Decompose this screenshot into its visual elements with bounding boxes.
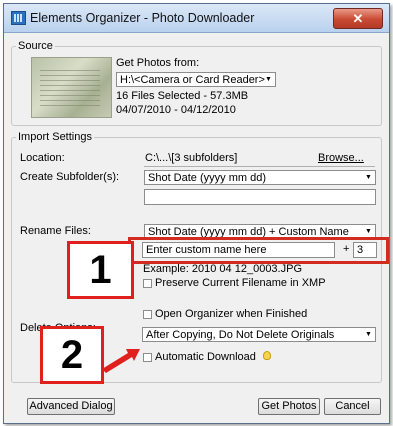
callout-2: 2 — [40, 326, 104, 384]
preserve-filename-label: Preserve Current Filename in XMP — [155, 277, 326, 289]
chevron-down-icon: ▼ — [265, 76, 272, 83]
automatic-download-checkbox[interactable] — [143, 353, 152, 362]
custom-name-input[interactable]: Enter custom name here — [142, 242, 335, 258]
subfolder-custom-input[interactable] — [144, 189, 376, 205]
app-icon — [11, 11, 26, 25]
location-value: C:\...\[3 subfolders] — [145, 152, 238, 164]
rename-files-label: Rename Files: — [20, 225, 91, 237]
lightbulb-icon — [263, 351, 271, 360]
get-photos-button[interactable]: Get Photos — [258, 398, 320, 415]
cancel-button[interactable]: Cancel — [324, 398, 381, 415]
window-title: Elements Organizer - Photo Downloader — [30, 11, 255, 25]
source-thumbnail — [31, 57, 112, 118]
source-device-select[interactable]: H:\<Camera or Card Reader> ▼ — [116, 72, 276, 87]
callout-1: 1 — [67, 241, 134, 299]
title-bar: Elements Organizer - Photo Downloader ✕ — [4, 4, 389, 33]
source-legend: Source — [18, 40, 53, 52]
import-settings-legend: Import Settings — [18, 131, 92, 143]
files-selected-text: 16 Files Selected - 57.3MB — [116, 90, 249, 102]
chevron-down-icon: ▼ — [365, 331, 372, 338]
location-label: Location: — [20, 152, 65, 164]
location-underline — [144, 166, 375, 167]
delete-options-value: After Copying, Do Not Delete Originals — [146, 329, 335, 341]
advanced-dialog-button[interactable]: Advanced Dialog — [27, 398, 115, 415]
preserve-filename-checkbox[interactable] — [143, 279, 152, 288]
get-photos-from-label: Get Photos from: — [116, 57, 200, 69]
start-number-value: 3 — [357, 244, 364, 256]
create-subfolder-label: Create Subfolder(s): — [20, 171, 120, 183]
start-number-input[interactable]: 3 — [353, 242, 377, 258]
callout-arrow — [102, 349, 140, 373]
close-button[interactable]: ✕ — [333, 8, 383, 29]
plus-sign: + — [343, 243, 350, 255]
delete-options-select[interactable]: After Copying, Do Not Delete Originals ▼ — [142, 327, 376, 342]
subfolder-value: Shot Date (yyyy mm dd) — [148, 172, 266, 184]
browse-link[interactable]: Browse... — [318, 152, 364, 164]
open-organizer-label: Open Organizer when Finished — [155, 308, 308, 320]
custom-name-placeholder: Enter custom name here — [146, 244, 267, 256]
date-range-text: 04/07/2010 - 04/12/2010 — [116, 104, 236, 116]
open-organizer-checkbox[interactable] — [143, 310, 152, 319]
automatic-download-label: Automatic Download — [155, 351, 256, 363]
source-device-value: H:\<Camera or Card Reader> — [120, 74, 265, 86]
chevron-down-icon: ▼ — [365, 174, 372, 181]
subfolder-select[interactable]: Shot Date (yyyy mm dd) ▼ — [144, 170, 376, 185]
example-text: Example: 2010 04 12_0003.JPG — [143, 263, 303, 275]
chevron-down-icon: ▼ — [365, 228, 372, 235]
